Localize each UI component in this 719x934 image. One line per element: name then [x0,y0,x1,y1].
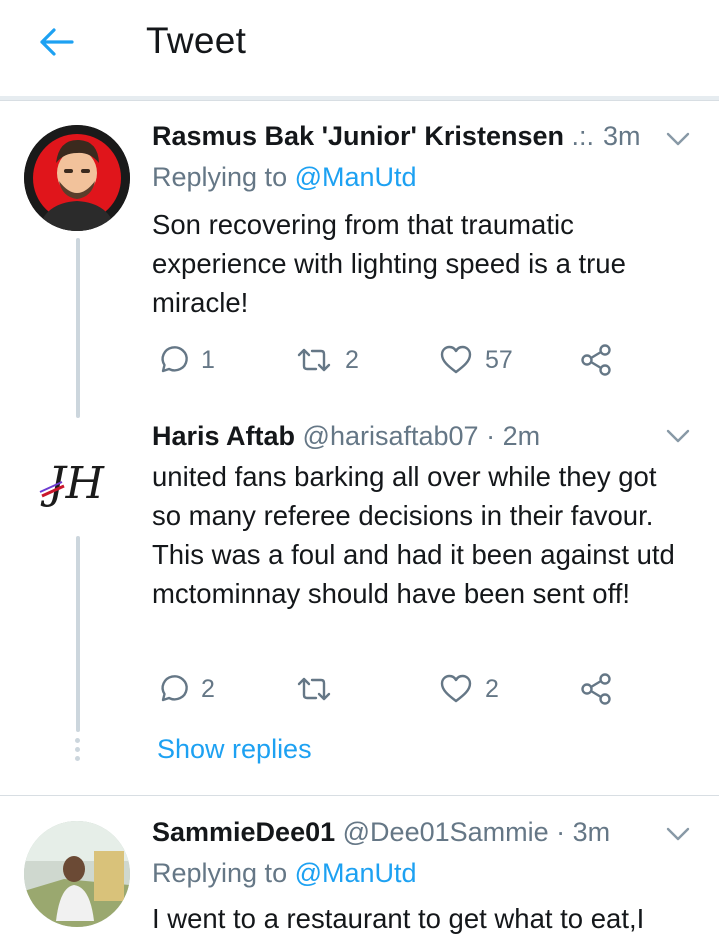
chevron-down-icon[interactable] [663,819,693,849]
tweet-time: · 3m [556,817,611,847]
like-count: 2 [485,674,499,703]
reply-button[interactable]: 2 [157,669,215,709]
reply-button[interactable]: 1 [157,340,215,380]
display-name[interactable]: Haris Aftab [152,421,295,451]
share-icon [581,344,611,376]
avatar-image [24,125,130,231]
username[interactable]: @harisaftab07 [303,421,479,451]
retweet-count: 2 [345,345,359,374]
tweet-text: I went to a restaurant to get what to ea… [152,903,645,934]
tweet-actions: 1 2 57 [152,340,672,380]
tweet-time: 3m [603,121,641,151]
reply-icon [161,346,188,373]
avatar-logo-text: JH [40,458,106,509]
chevron-down-icon[interactable] [663,421,693,451]
replying-to-handle[interactable]: @ManUtd [295,858,417,888]
avatar[interactable] [24,821,130,927]
tweet-text: united fans barking all over while they … [152,461,675,609]
replying-to-label: Replying to [152,162,288,192]
retweet-button[interactable]: 2 [295,340,359,380]
like-button[interactable]: 2 [439,669,499,709]
thread-continuation-dots [75,738,81,764]
header-divider [0,96,719,101]
arrow-left-icon [40,28,74,56]
heart-icon [440,345,472,374]
chevron-down-icon[interactable] [663,124,693,154]
replying-to-handle[interactable]: @ManUtd [295,162,417,192]
avatar[interactable] [24,125,130,231]
replying-to-label: Replying to [152,858,288,888]
display-name[interactable]: Rasmus Bak 'Junior' Kristensen [152,121,564,151]
reply-icon [161,675,188,702]
page-title: Tweet [146,20,247,61]
tweet-header: SammieDee01 @Dee01Sammie · 3m [152,817,610,848]
retweet-icon [297,348,331,372]
retweet-button[interactable] [295,669,345,709]
avatar-image [24,821,130,927]
tweet-text: Son recovering from that traumatic exper… [152,209,626,318]
share-icon [581,673,611,705]
share-button[interactable] [579,669,613,709]
display-name[interactable]: SammieDee01 [152,817,335,847]
heart-icon [440,674,472,703]
avatar-image: JH [24,418,130,524]
reply-count: 2 [201,674,215,703]
reply-count: 1 [201,345,215,374]
handle-truncated: .:. [563,121,594,151]
tweet-header: Haris Aftab @harisaftab07 · 2m [152,421,540,452]
thread-line [76,238,80,418]
replying-to: Replying to @ManUtd [152,162,417,193]
like-count: 57 [485,345,513,374]
tweet-actions: 2 2 [152,669,672,709]
share-button[interactable] [579,340,613,380]
tweet-time: · 2m [486,421,541,451]
replying-to: Replying to @ManUtd [152,858,417,889]
show-replies-link[interactable]: Show replies [157,734,312,765]
tweet-header: Rasmus Bak 'Junior' Kristensen .:. [152,121,594,152]
like-button[interactable]: 57 [439,340,513,380]
back-button[interactable] [30,20,82,64]
username[interactable]: @Dee01Sammie [343,817,549,847]
avatar[interactable]: JH [24,418,130,524]
retweet-icon [297,677,331,701]
top-app-bar: Tweet [0,0,719,96]
thread-line [76,536,80,732]
section-divider [0,795,719,796]
